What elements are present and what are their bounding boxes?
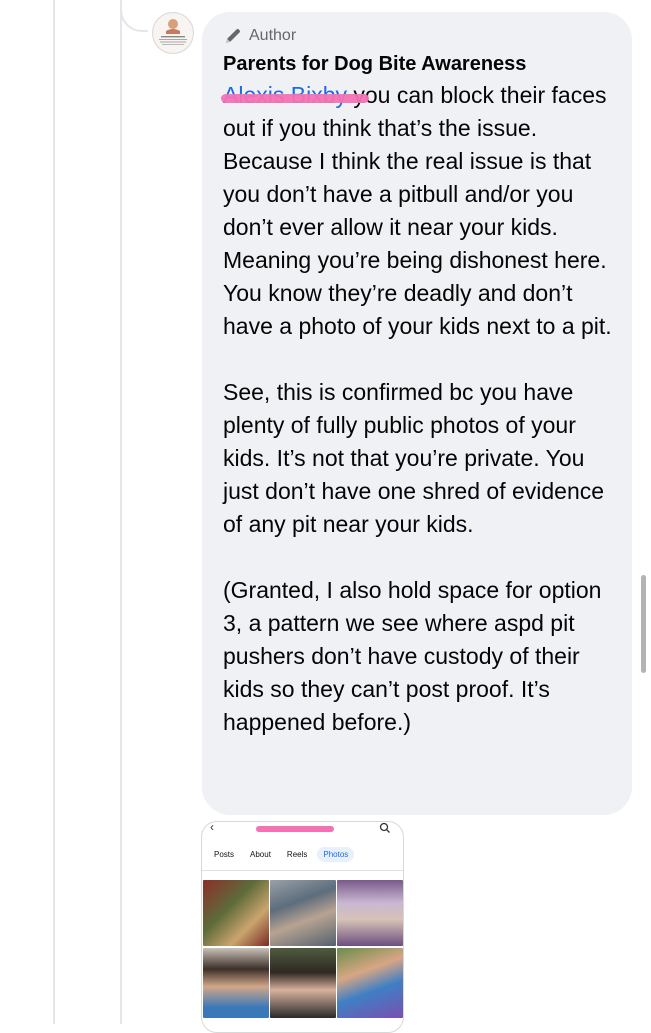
- comment-paragraph-2: See, this is confirmed bc you have plent…: [223, 379, 611, 537]
- tab-about: About: [250, 849, 271, 859]
- attached-divider: [202, 870, 403, 871]
- redaction-mark: [221, 94, 369, 103]
- thread-line-outer: [53, 0, 55, 1024]
- tab-posts: Posts: [214, 849, 235, 859]
- photo-thumbnail: [203, 880, 269, 946]
- thread-line-inner: [120, 0, 122, 1024]
- mention-link[interactable]: Alexis Bixby: [221, 82, 369, 108]
- author-avatar[interactable]: [152, 12, 194, 54]
- comment-paragraph-3: (Granted, I also hold space for option 3…: [223, 577, 608, 735]
- search-icon: [379, 822, 390, 833]
- scrollbar-thumb[interactable]: [641, 575, 646, 673]
- comment-text: Alexis Bixby you can block their faces o…: [221, 79, 613, 739]
- photo-thumbnail: [203, 948, 269, 1018]
- photo-thumbnail: [337, 880, 403, 946]
- attached-screenshot[interactable]: ‹ Posts About Reels Photos: [201, 821, 404, 1033]
- chevron-left-icon: ‹: [210, 821, 214, 834]
- attached-header: ‹: [202, 822, 403, 842]
- comment-paragraph-1: you can block their faces out if you thi…: [223, 82, 613, 339]
- author-badge-label: Author: [249, 27, 297, 44]
- comment-bubble: Author Parents for Dog Bite Awareness Al…: [202, 12, 632, 815]
- photo-thumbnail: [270, 948, 336, 1018]
- author-badge: Author: [223, 25, 612, 47]
- pen-icon: [226, 29, 240, 43]
- redacted-profile-name: [256, 826, 334, 832]
- photo-thumbnail: [337, 948, 403, 1018]
- tab-reels: Reels: [286, 849, 308, 859]
- tab-photos: Photos: [317, 846, 355, 862]
- photo-thumbnail: [270, 880, 336, 946]
- attached-tabs: Posts About Reels Photos: [202, 842, 403, 866]
- comment-author-name[interactable]: Parents for Dog Bite Awareness: [223, 51, 612, 77]
- thread-connector: [120, 0, 148, 32]
